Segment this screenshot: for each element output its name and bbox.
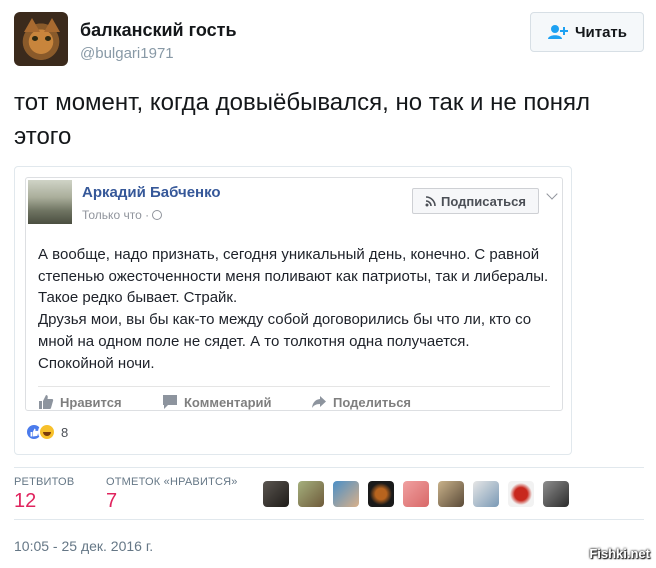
liker-avatar[interactable] xyxy=(438,481,464,507)
comment-icon xyxy=(163,395,177,409)
fb-action-bar: Нравится Комментарий Поделиться xyxy=(26,394,554,414)
author-name[interactable]: балканский гость xyxy=(80,20,237,41)
fb-like-label: Нравится xyxy=(60,394,122,410)
author-handle[interactable]: @bulgari1971 xyxy=(80,45,174,62)
tweet-header: балканский гость @bulgari1971 Читать xyxy=(14,12,644,68)
likers-avatars xyxy=(263,481,569,507)
fb-reactions[interactable]: 8 xyxy=(25,423,68,441)
liker-avatar[interactable] xyxy=(298,481,324,507)
watermark-logo: Fishki.net xyxy=(589,546,650,561)
retweet-stat[interactable]: РЕТВИТОВ 12 xyxy=(14,476,74,513)
likes-stat[interactable]: ОТМЕТОК «НРАВИТСЯ» 7 xyxy=(106,476,238,513)
follow-button[interactable]: Читать xyxy=(530,12,644,52)
subscribe-label: Подписаться xyxy=(440,193,526,209)
fb-comment-button[interactable]: Комментарий xyxy=(162,394,272,410)
fb-comment-label: Комментарий xyxy=(184,394,272,410)
likes-count: 7 xyxy=(106,490,118,512)
stats-divider-top xyxy=(14,467,644,468)
liker-avatar[interactable] xyxy=(508,481,534,507)
fb-divider xyxy=(38,386,550,387)
fb-post-time-text: Только что · xyxy=(82,208,150,222)
subscribe-button[interactable]: Подписаться xyxy=(412,188,539,214)
stats-divider-bottom xyxy=(14,519,644,520)
retweets-count: 12 xyxy=(14,490,37,512)
fb-post-time: Только что · xyxy=(82,208,163,222)
reaction-count: 8 xyxy=(61,424,69,440)
liker-avatar[interactable] xyxy=(403,481,429,507)
author-avatar[interactable] xyxy=(14,12,68,66)
haha-reaction-icon xyxy=(38,423,56,441)
share-arrow-icon xyxy=(312,396,326,408)
add-user-icon xyxy=(547,25,568,39)
liker-avatar[interactable] xyxy=(368,481,394,507)
fb-like-button[interactable]: Нравится xyxy=(38,394,122,410)
fb-post-body: А вообще, надо признать, сегодня уникаль… xyxy=(38,246,549,372)
fb-share-button[interactable]: Поделиться xyxy=(311,394,411,410)
liker-avatar[interactable] xyxy=(333,481,359,507)
fb-author-avatar[interactable] xyxy=(28,180,72,224)
fb-share-label: Поделиться xyxy=(333,394,412,410)
facebook-post: Аркадий Бабченко Только что · Подписатьс… xyxy=(25,177,563,411)
rss-icon xyxy=(425,195,436,206)
liker-avatar[interactable] xyxy=(473,481,499,507)
fb-author-name[interactable]: Аркадий Бабченко xyxy=(82,184,221,201)
liker-avatar[interactable] xyxy=(263,481,289,507)
thumbs-up-icon xyxy=(39,395,54,409)
chevron-down-icon[interactable] xyxy=(546,188,558,200)
fb-post-text: А вообще, надо признать, сегодня уникаль… xyxy=(26,244,554,374)
tweet-text: тот момент, когда довыёбывался, но так и… xyxy=(14,89,590,150)
liker-avatar[interactable] xyxy=(543,481,569,507)
globe-icon xyxy=(152,210,163,220)
follow-button-label: Читать xyxy=(574,23,628,41)
likes-label: ОТМЕТОК «НРАВИТСЯ» xyxy=(106,476,238,488)
embedded-facebook-card[interactable]: Аркадий Бабченко Только что · Подписатьс… xyxy=(14,166,572,455)
retweets-label: РЕТВИТОВ xyxy=(14,476,75,488)
tweet-timestamp[interactable]: 10:05 - 25 дек. 2016 г. xyxy=(14,538,153,554)
